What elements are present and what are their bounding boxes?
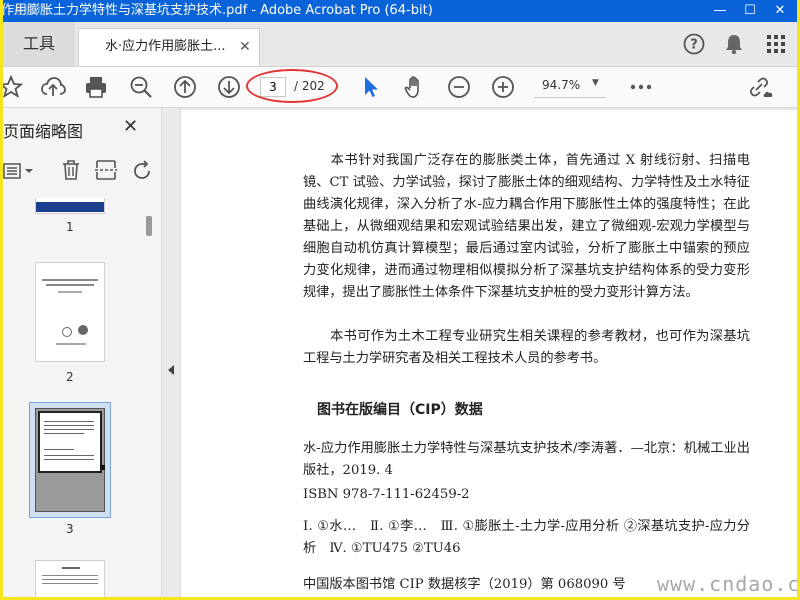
panel-collapse-strip[interactable] [162,108,181,597]
cip-line-classification: Ⅰ. ①水… Ⅱ. ①李… Ⅲ. ①膨胀土-土力学-应用分析 ②深基坑支护-应力… [303,519,750,556]
upload-cloud-button[interactable] [37,71,69,103]
minimize-button[interactable]: — [705,0,735,22]
page-navigator: / 202 [246,69,338,103]
svg-text:?: ? [690,38,698,53]
zoom-in-button[interactable] [487,71,519,103]
more-tools-button[interactable] [625,71,657,103]
arrow-down-circle-icon [218,76,240,98]
pdf-page: 本书针对我国广泛存在的膨胀类土体，首先通过 X 射线衍射、扫描电镜、CT 试验、… [181,110,797,597]
select-tool-button[interactable] [355,71,387,103]
highlight-ring [246,69,338,103]
printer-icon [86,77,106,98]
thumbnail-label-3: 3 [66,522,74,536]
collapse-arrow-icon [168,365,174,375]
thumbnail-page-2[interactable] [35,262,105,362]
thumbnail-label-2: 2 [66,370,74,384]
print-button[interactable] [80,71,112,103]
cip-heading: 图书在版编目（CIP）数据 [317,402,483,418]
hand-icon [404,76,419,98]
arrow-up-circle-icon [174,76,196,98]
thumbnail-panel: 页面缩略图 ✕ 1 2 3 [3,108,162,597]
panel-toolbar [3,156,161,186]
main-toolbar: / 202 94.7% ▼ [3,67,797,108]
cursor-arrow-icon [365,77,378,97]
star-icon [3,75,23,98]
plus-circle-icon [492,76,514,98]
thumbnail-list: 1 2 3 [3,198,161,597]
tab-document-label: 水·应力作用膨胀土... [105,39,226,54]
panel-title: 页面缩略图 [3,122,84,141]
notification-bell-icon[interactable] [724,33,744,55]
intro-paragraph-2: 本书可作为土木工程专业研究生相关课程的参考教材，也可作为深基坑工程与土力学研究者… [303,329,750,366]
thumbnail-label-1: 1 [66,220,74,234]
document-viewport[interactable]: 本书针对我国广泛存在的膨胀类土体，首先通过 X 射线衍射、扫描电镜、CT 试验、… [181,108,797,597]
magnifier-minus-icon [130,76,152,98]
window-title: 作用膨胀土力学特性与深基坑支护技术.pdf - Adobe Acrobat Pr… [3,3,433,18]
link-cloud-icon [749,77,773,97]
thumbnail-scrollbar[interactable] [146,200,152,360]
trash-icon[interactable] [61,159,81,181]
more-dots-icon [630,84,652,90]
zoom-out-button[interactable] [443,71,475,103]
apps-grid-icon[interactable] [766,34,786,54]
crop-pages-icon[interactable] [95,159,117,181]
cip-line-1: 水-应力作用膨胀土力学特性与深基坑支护技术/李涛著．—北京：机械工业出版社，20… [303,441,750,478]
tab-close-icon[interactable]: ✕ [239,29,251,65]
options-menu-icon[interactable] [3,162,37,180]
zoom-level-value: 94.7% [542,78,581,92]
watermark-logo: 道林网 [13,4,46,17]
intro-paragraph-1: 本书针对我国广泛存在的膨胀类土体，首先通过 X 射线衍射、扫描电镜、CT 试验、… [303,153,750,300]
panel-close-icon[interactable]: ✕ [123,116,138,137]
cloud-upload-icon [41,77,66,96]
bookmark-star-button[interactable] [3,71,27,103]
zoom-search-button[interactable] [125,71,157,103]
maximize-button[interactable]: ☐ [735,0,765,22]
title-bar: 作用膨胀土力学特性与深基坑支护技术.pdf - Adobe Acrobat Pr… [3,0,797,22]
thumbnail-page-4[interactable] [35,560,105,597]
thumbnail-page-1[interactable] [35,198,105,214]
help-icon[interactable]: ? [683,33,705,55]
tab-document[interactable]: 水·应力作用膨胀土... ✕ [78,28,260,66]
hand-tool-button[interactable] [399,71,431,103]
close-window-button[interactable]: ✕ [765,0,795,22]
tab-bar: 工具 水·应力作用膨胀土... ✕ ? [3,22,797,67]
zoom-level-select[interactable]: 94.7% ▼ [534,75,606,98]
thumbnail-page-3[interactable] [35,408,105,512]
cip-line-isbn: ISBN 978-7-111-62459-2 [303,487,470,502]
watermark-text: www.cndao.com [657,572,797,596]
cover-band [36,202,104,212]
share-link-button[interactable] [745,71,777,103]
chevron-down-icon: ▼ [592,78,599,88]
minus-circle-icon [448,76,470,98]
rotate-icon[interactable] [131,160,153,182]
acrobat-window: 作用膨胀土力学特性与深基坑支护技术.pdf - Adobe Acrobat Pr… [3,0,797,597]
previous-page-button[interactable] [169,71,201,103]
next-page-button[interactable] [213,71,245,103]
tab-tools[interactable]: 工具 [3,22,75,66]
